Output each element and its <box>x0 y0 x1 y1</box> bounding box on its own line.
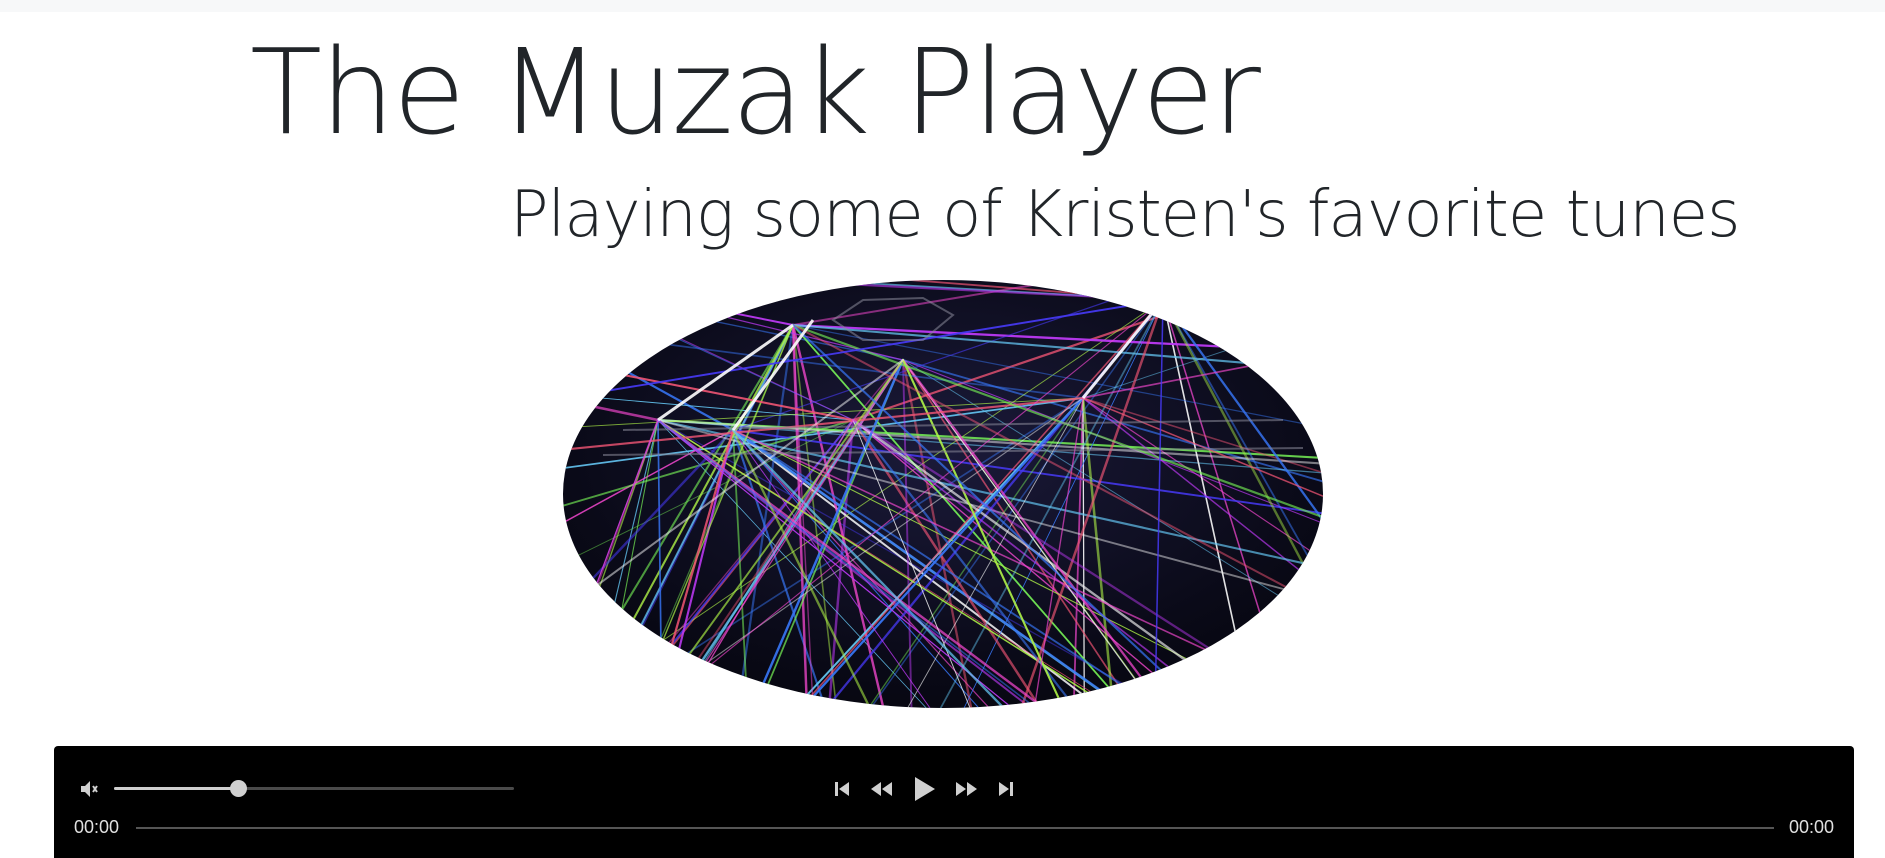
play-icon[interactable] <box>910 774 938 804</box>
volume-slider-thumb[interactable] <box>230 780 247 797</box>
page-subtitle: Playing some of Kristen's favorite tunes <box>510 178 1740 252</box>
skip-next-icon[interactable] <box>996 779 1016 799</box>
volume-level <box>114 787 238 790</box>
page-title: The Muzak Player <box>250 23 1261 161</box>
volume-slider[interactable] <box>114 780 514 797</box>
laser-beam <box>565 280 794 326</box>
top-bar <box>0 0 1885 12</box>
playback-controls <box>824 774 1024 804</box>
total-time: 00:00 <box>1788 817 1834 837</box>
seek-bar[interactable] <box>136 827 1774 829</box>
fast-forward-icon[interactable] <box>954 779 980 799</box>
audio-player-bar: 00:00 00:00 <box>54 746 1854 858</box>
current-time: 00:00 <box>74 817 120 837</box>
skip-previous-icon[interactable] <box>832 779 852 799</box>
album-artwork <box>563 280 1323 708</box>
speaker-icon[interactable] <box>78 778 100 800</box>
rewind-icon[interactable] <box>868 779 894 799</box>
